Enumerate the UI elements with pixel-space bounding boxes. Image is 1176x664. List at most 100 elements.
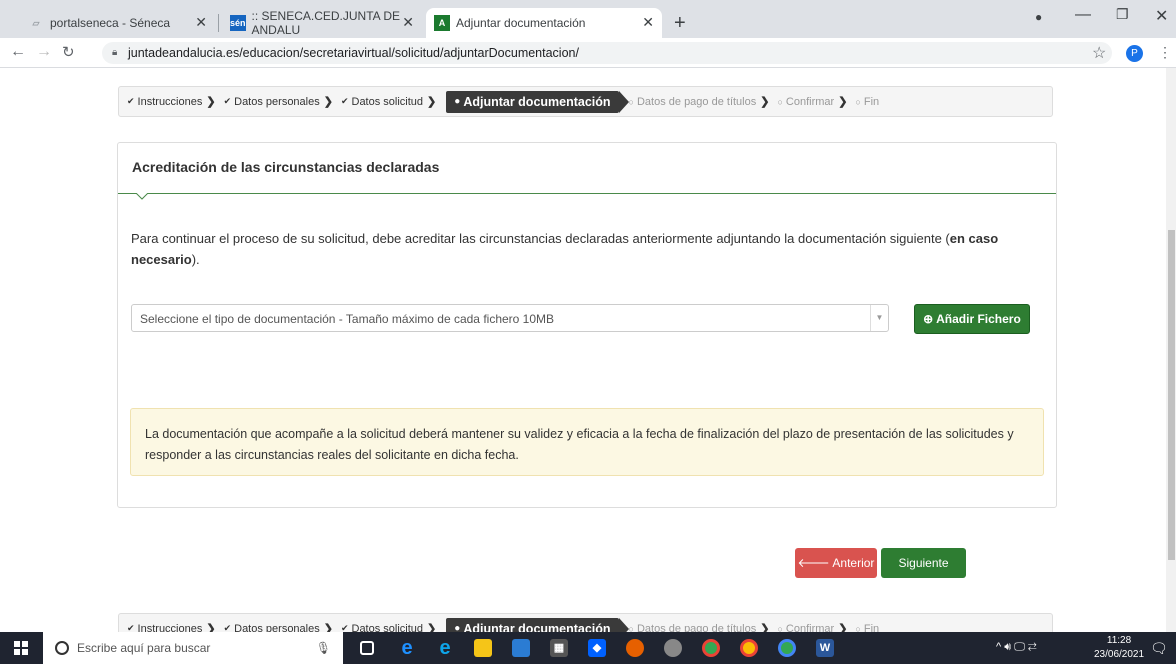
step-instrucciones: ✔ Instrucciones ❯	[127, 622, 220, 633]
step-label: Datos personales	[234, 622, 320, 633]
previous-button[interactable]: 🡐 Anterior	[795, 548, 877, 578]
clock-date: 23/06/2021	[1094, 649, 1145, 660]
minimize-icon[interactable]: —	[1075, 6, 1091, 24]
previous-label: Anterior	[832, 556, 875, 570]
chevron-right-icon: ❯	[760, 96, 770, 108]
menu-kebab-icon[interactable]: ⋮	[1158, 44, 1172, 61]
close-icon[interactable]: ✕	[195, 14, 207, 31]
chevron-right-icon: ❯	[838, 623, 848, 632]
firefox-icon[interactable]	[626, 639, 644, 657]
step-datos-solicitud: ✔ Datos solicitud ❯	[340, 95, 440, 109]
windows-start-icon[interactable]	[14, 641, 28, 655]
step-datos-pago: ○ Datos de pago de títulos ❯	[628, 95, 774, 109]
add-file-button[interactable]: ⊕ Añadir Fichero	[914, 304, 1030, 334]
step-label: Confirmar	[785, 622, 835, 633]
check-circle-icon: ✔	[340, 96, 349, 106]
chevron-right-icon: ❯	[760, 623, 770, 632]
new-tab-icon[interactable]: +	[674, 12, 686, 35]
step-label: Datos solicitud	[351, 622, 424, 633]
ie-icon[interactable]: e	[398, 638, 416, 658]
word-icon[interactable]: W	[816, 639, 834, 657]
store-icon[interactable]	[512, 639, 530, 657]
chevron-right-icon: ❯	[427, 623, 437, 632]
filled-circle-icon: ●	[454, 96, 461, 107]
step-label: Fin	[863, 95, 880, 108]
app-icon[interactable]	[664, 639, 682, 657]
arrow-left-icon: 🡐	[797, 556, 830, 570]
select-value: Seleccione el tipo de documentación - Ta…	[140, 312, 555, 326]
taskbar-search[interactable]: Escribe aquí para buscar 🎙︎	[43, 632, 343, 664]
chrome-icon[interactable]	[702, 639, 720, 657]
step-label: Instrucciones	[137, 622, 203, 633]
tab-title: Adjuntar documentación	[456, 16, 586, 30]
step-datos-personales: ✔ Datos personales ❯	[223, 622, 337, 633]
empty-circle-icon: ○	[855, 96, 861, 107]
restore-icon[interactable]: ❐	[1116, 6, 1129, 23]
next-label: Siguiente	[898, 556, 949, 570]
empty-circle-icon: ○	[855, 623, 861, 633]
taskbar-clock[interactable]: 11:28 23/06/2021	[1094, 634, 1144, 662]
microphone-icon[interactable]: 🎙︎	[316, 641, 331, 655]
tab-search-icon[interactable]: ●	[1035, 10, 1042, 24]
step-datos-pago: ○ Datos de pago de títulos ❯	[629, 622, 774, 633]
chrome-active-icon[interactable]	[778, 639, 796, 657]
lock-icon[interactable]: 🔒︎	[112, 47, 121, 58]
validity-notice: La documentación que acompañe a la solic…	[130, 408, 1044, 476]
next-button[interactable]: Siguiente 🡒	[881, 548, 966, 600]
step-label: Datos de pago de títulos	[636, 95, 757, 108]
intro-text: Para continuar el proceso de su solicitu…	[131, 231, 950, 246]
add-file-label: Añadir Fichero	[936, 312, 1021, 326]
notification-icon[interactable]: 🗨︎	[1150, 640, 1168, 657]
clock-time: 11:28	[1106, 635, 1132, 646]
document-type-select[interactable]: Seleccione el tipo de documentación - Ta…	[131, 304, 889, 332]
tab-title: :: SENECA.CED.JUNTA DE ANDALU	[251, 9, 400, 37]
tab-separator	[218, 14, 219, 32]
url-field[interactable]: juntadeandalucia.es/educacion/secretaria…	[102, 42, 1112, 64]
close-window-icon[interactable]: ✕	[1155, 6, 1168, 26]
task-view-icon[interactable]	[360, 641, 374, 655]
calculator-icon[interactable]: ▦	[550, 639, 568, 657]
plus-circle-icon: ⊕	[923, 312, 934, 326]
step-datos-solicitud: ✔ Datos solicitud ❯	[341, 622, 440, 633]
cortana-icon	[55, 641, 69, 655]
seneca-logo-icon: sén	[230, 15, 246, 31]
chevron-right-icon: ❯	[323, 623, 333, 632]
file-explorer-icon[interactable]	[474, 639, 492, 657]
chrome-canary-icon[interactable]	[740, 639, 758, 657]
tab-adjuntar[interactable]: A Adjuntar documentación ✕	[426, 8, 662, 38]
browser-tab-bar: ▱ portalseneca - Séneca ✕ sén :: SENECA.…	[0, 0, 1176, 38]
page-content: ✔ Instrucciones ❯ ✔ Datos personales ❯ ✔…	[0, 68, 1166, 632]
forward-icon[interactable]: →	[36, 43, 52, 61]
step-confirmar: ○ Confirmar ❯	[777, 95, 851, 109]
empty-circle-icon: ○	[777, 96, 783, 107]
step-label: Adjuntar documentación	[463, 94, 611, 109]
panel-title: Acreditación de las circunstancias decla…	[118, 143, 1056, 194]
step-adjuntar-documentacion: ● Adjuntar documentación	[446, 617, 629, 633]
check-circle-icon: ✔	[127, 623, 135, 632]
chevron-right-icon: ❯	[323, 96, 333, 108]
empty-circle-icon: ○	[628, 96, 634, 107]
chevron-right-icon: ❯	[206, 96, 216, 108]
edge-icon[interactable]: e	[436, 638, 454, 658]
system-tray-icons[interactable]: ^ 🔊︎ 🖵 ⇄	[996, 641, 1037, 654]
check-circle-icon: ✔	[223, 623, 232, 632]
step-label: Datos solicitud	[351, 95, 424, 108]
dropbox-icon[interactable]: ◆	[588, 639, 606, 657]
dropdown-caret-icon[interactable]: ▼	[870, 305, 888, 331]
tab-seneca[interactable]: sén :: SENECA.CED.JUNTA DE ANDALU ✕	[222, 8, 422, 38]
bookmark-star-icon[interactable]: ☆	[1092, 43, 1106, 63]
search-placeholder: Escribe aquí para buscar	[77, 641, 211, 655]
close-icon[interactable]: ✕	[402, 14, 414, 31]
reload-icon[interactable]: ↻	[62, 43, 75, 61]
tab-title: portalseneca - Séneca	[50, 16, 171, 30]
scrollbar-thumb[interactable]	[1168, 230, 1175, 560]
step-label: Adjuntar documentación	[463, 621, 611, 633]
document-icon: ▱	[32, 17, 40, 28]
tab-portalseneca[interactable]: ▱ portalseneca - Séneca ✕	[20, 8, 215, 38]
profile-avatar[interactable]: P	[1126, 45, 1143, 62]
empty-circle-icon: ○	[777, 623, 783, 633]
chevron-right-icon: ❯	[838, 96, 848, 108]
back-icon[interactable]: ←	[10, 43, 26, 61]
close-icon[interactable]: ✕	[642, 14, 654, 31]
chevron-right-icon: ❯	[206, 623, 216, 632]
